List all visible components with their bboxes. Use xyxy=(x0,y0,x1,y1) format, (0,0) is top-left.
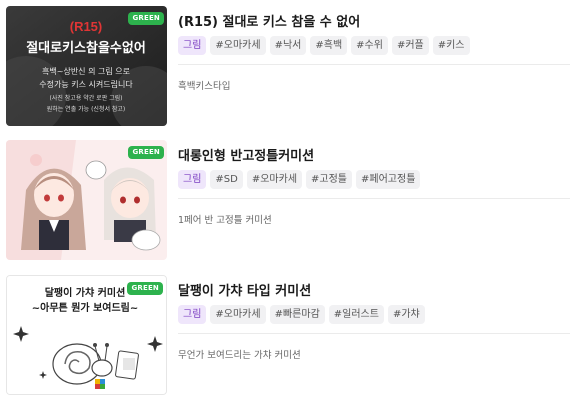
tag[interactable]: #낙서 xyxy=(269,36,307,55)
tag-list: 그림 #SD #오마카세 #고정틀 #페어고정틀 xyxy=(178,170,421,189)
commission-description: 흑백키스타입 xyxy=(178,81,231,92)
thumb-line2: 절대로키스참을수없어 xyxy=(26,40,146,56)
tag[interactable]: #빠른마감 xyxy=(269,305,325,324)
thumb-line5: (사진 참고용 약간 로판 그림) xyxy=(49,94,122,102)
category-tag[interactable]: 그림 xyxy=(178,36,207,55)
tag[interactable]: #흑백 xyxy=(310,36,348,55)
tag[interactable]: #일러스트 xyxy=(328,305,384,324)
divider xyxy=(178,333,570,334)
thumb-line6: 원하는 연출 가능 (신청서 참고) xyxy=(47,105,126,113)
green-badge: GREEN xyxy=(127,282,163,295)
green-badge: GREEN xyxy=(128,146,164,159)
commission-title[interactable]: 대롱인형 반고정틀커미션 xyxy=(178,145,314,164)
divider xyxy=(178,198,570,199)
category-tag[interactable]: 그림 xyxy=(178,170,207,189)
tag[interactable]: #페어고정틀 xyxy=(356,170,421,189)
commission-title[interactable]: (R15) 절대로 키스 참을 수 없어 xyxy=(178,11,360,30)
commission-card[interactable]: 달팽이 가챠 커미션 ~아무튼 뭔가 보여드림~ GREEN 달팽이 가챠 타입 xyxy=(0,275,570,399)
tag[interactable]: #오마카세 xyxy=(210,36,266,55)
tag-list: 그림 #오마카세 #빠른마감 #일러스트 #가챠 xyxy=(178,305,425,324)
tag[interactable]: #가챠 xyxy=(387,305,425,324)
commission-card[interactable]: GREEN 대롱인형 반고정틀커미션 그림 #SD #오마카세 #고정틀 #페어… xyxy=(0,140,570,264)
thumb-line4: 수정가능 키스 시켜드립니다 xyxy=(39,79,133,89)
tag[interactable]: #커플 xyxy=(391,36,429,55)
tag[interactable]: #SD xyxy=(210,170,243,189)
tag[interactable]: #키스 xyxy=(432,36,470,55)
divider xyxy=(178,64,570,65)
tag[interactable]: #오마카세 xyxy=(210,305,266,324)
thumb-line3: 흑백~상반신 의 그림 으로 xyxy=(42,66,130,76)
thumb-line1: (R15) xyxy=(70,19,103,34)
commission-card[interactable]: (R15) 절대로키스참을수없어 흑백~상반신 의 그림 으로 수정가능 키스 … xyxy=(0,6,570,130)
commission-title[interactable]: 달팽이 가챠 타입 커미션 xyxy=(178,280,311,299)
thumb-line1: 달팽이 가챠 커미션 xyxy=(45,286,126,299)
commission-description: 1페어 반 고정틀 커미션 xyxy=(178,215,272,226)
thumb-line2: ~아무튼 뭔가 보여드림~ xyxy=(32,301,139,314)
tag[interactable]: #고정틀 xyxy=(306,170,353,189)
green-badge: GREEN xyxy=(128,12,164,25)
tag[interactable]: #오마카세 xyxy=(246,170,303,189)
tag[interactable]: #수위 xyxy=(351,36,388,55)
thumbnail-image[interactable]: 달팽이 가챠 커미션 ~아무튼 뭔가 보여드림~ GREEN xyxy=(6,275,167,395)
thumbnail-image[interactable]: GREEN xyxy=(6,140,167,260)
tag-list: 그림 #오마카세 #낙서 #흑백 #수위 #커플 #키스 xyxy=(178,36,470,55)
thumbnail-image[interactable]: (R15) 절대로키스참을수없어 흑백~상반신 의 그림 으로 수정가능 키스 … xyxy=(6,6,167,126)
category-tag[interactable]: 그림 xyxy=(178,305,207,324)
commission-description: 무언가 보여드리는 가챠 커미션 xyxy=(178,350,301,361)
